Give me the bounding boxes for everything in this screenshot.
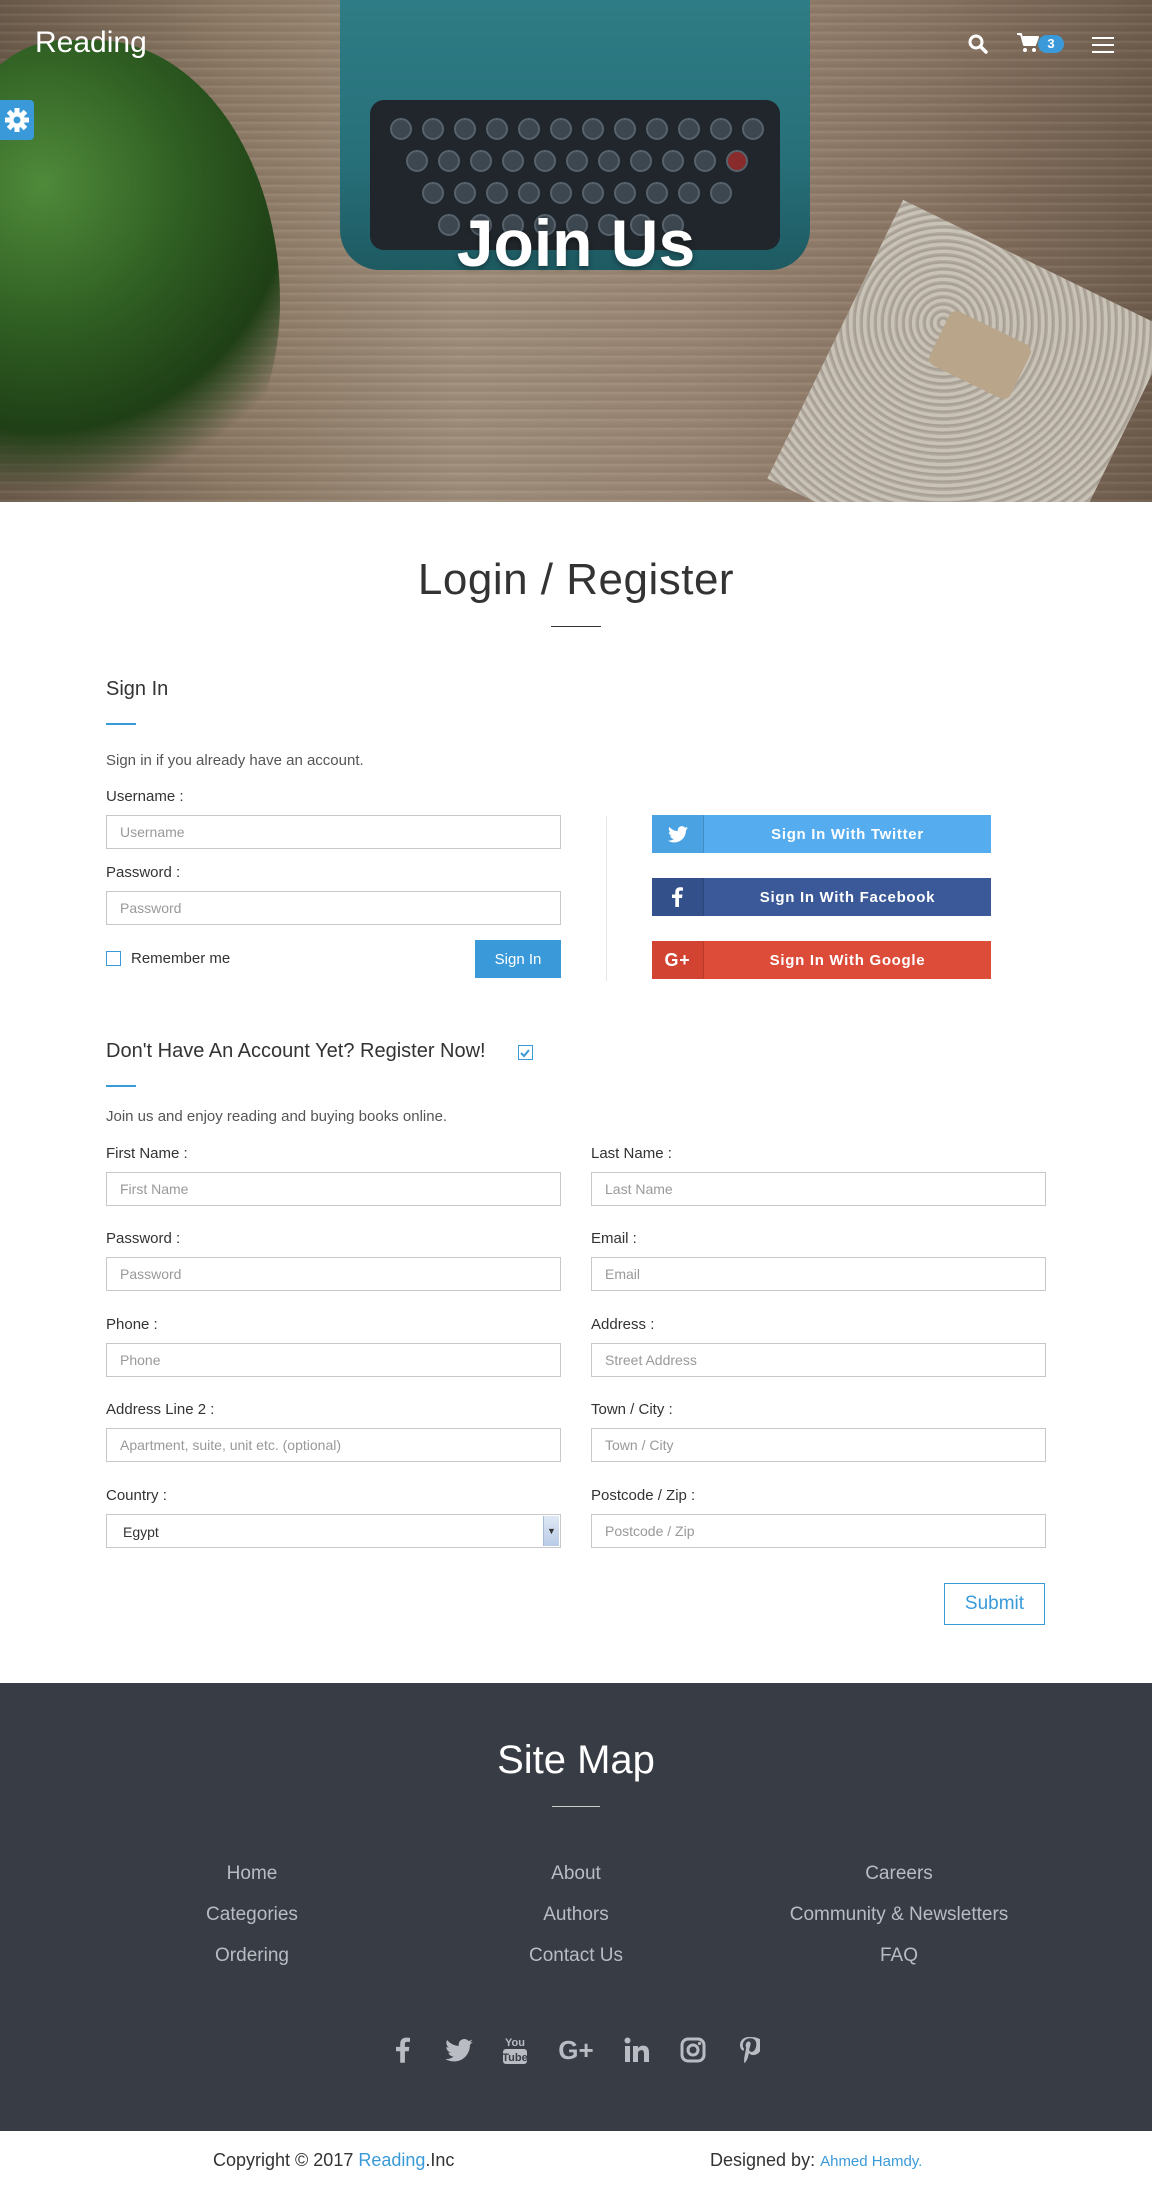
designed-by-text: Designed by: Ahmed Hamdy. [710, 2150, 922, 2171]
facebook-signin-label: Sign In With Facebook [759, 888, 936, 906]
footer-link-home[interactable]: Home [82, 1863, 422, 1885]
twitter-icon [652, 815, 704, 853]
footer-social-icons: You Tube G+ [0, 2033, 1152, 2067]
sitemap-title: Site Map [497, 1738, 655, 1782]
cart-count-badge: 3 [1038, 35, 1064, 53]
google-plus-icon[interactable]: G+ [554, 2033, 598, 2067]
register-toggle-checkbox[interactable] [518, 1045, 533, 1060]
google-plus-icon: G+ [652, 941, 704, 979]
twitter-signin-button[interactable]: Sign In With Twitter [652, 815, 991, 853]
settings-gear-icon[interactable] [0, 100, 34, 140]
signin-divider [606, 816, 607, 981]
register-password-label: Password : [106, 1230, 181, 1247]
search-icon[interactable] [968, 34, 990, 56]
google-signin-button[interactable]: G+ Sign In With Google [652, 941, 991, 979]
address-line-2-label: Address Line 2 : [106, 1401, 215, 1418]
sign-in-button[interactable]: Sign In [475, 940, 561, 978]
signin-description: Sign in if you already have an account. [106, 752, 364, 769]
footer-link-about[interactable]: About [406, 1863, 746, 1885]
svg-text:You: You [505, 2037, 525, 2049]
last-name-label: Last Name : [591, 1145, 672, 1162]
footer-link-ordering[interactable]: Ordering [82, 1945, 422, 1967]
submit-button[interactable]: Submit [944, 1583, 1045, 1625]
instagram-icon[interactable] [676, 2033, 710, 2067]
email-label: Email : [591, 1230, 637, 1247]
city-input[interactable] [591, 1428, 1046, 1462]
register-password-input[interactable] [106, 1257, 561, 1291]
country-selected-value: Egypt [123, 1524, 159, 1540]
footer-link-community[interactable]: Community & Newsletters [729, 1904, 1069, 1926]
facebook-signin-button[interactable]: Sign In With Facebook [652, 878, 991, 916]
postcode-label: Postcode / Zip : [591, 1487, 696, 1504]
designer-link[interactable]: Ahmed Hamdy. [820, 2153, 922, 2170]
footer-link-authors[interactable]: Authors [406, 1904, 746, 1926]
hero-title: Join Us [456, 206, 696, 280]
footer-link-categories[interactable]: Categories [82, 1904, 422, 1926]
facebook-icon [652, 878, 704, 916]
designed-by-label: Designed by: [710, 2150, 816, 2170]
copyright-suffix: .Inc [425, 2150, 455, 2170]
address-line-2-input[interactable] [106, 1428, 561, 1462]
title-divider [551, 626, 601, 627]
bottom-bar: Copyright © 2017 Reading.Inc Designed by… [0, 2131, 1152, 2189]
phone-input[interactable] [106, 1343, 561, 1377]
twitter-signin-label: Sign In With Twitter [771, 825, 924, 843]
register-heading: Don't Have An Account Yet? Register Now! [106, 1040, 486, 1062]
footer: Site Map Home About Careers Categories A… [0, 1683, 1152, 2131]
copyright-prefix: Copyright © 2017 [213, 2150, 354, 2170]
check-icon [520, 1049, 530, 1058]
facebook-icon[interactable] [386, 2033, 420, 2067]
first-name-input[interactable] [106, 1172, 561, 1206]
address-input[interactable] [591, 1343, 1046, 1377]
twitter-icon[interactable] [442, 2033, 476, 2067]
phone-label: Phone : [106, 1316, 158, 1333]
linkedin-icon[interactable] [620, 2033, 654, 2067]
remember-me-checkbox[interactable] [106, 951, 121, 966]
city-label: Town / City : [591, 1401, 673, 1418]
copyright-brand-link[interactable]: Reading [358, 2150, 425, 2170]
last-name-input[interactable] [591, 1172, 1046, 1206]
signin-heading-rule [106, 723, 136, 725]
chevron-down-icon[interactable]: ▼ [543, 1516, 559, 1546]
top-navbar: Reading 3 [0, 0, 1152, 90]
register-heading-rule [106, 1085, 136, 1087]
country-label: Country : [106, 1487, 167, 1504]
first-name-label: First Name : [106, 1145, 188, 1162]
svg-text:Tube: Tube [502, 2052, 527, 2064]
username-input[interactable] [106, 815, 561, 849]
pinterest-icon[interactable] [732, 2033, 766, 2067]
password-input[interactable] [106, 891, 561, 925]
footer-link-contact[interactable]: Contact Us [406, 1945, 746, 1967]
email-input[interactable] [591, 1257, 1046, 1291]
country-select[interactable]: Egypt ▼ [106, 1514, 561, 1548]
postcode-input[interactable] [591, 1514, 1046, 1548]
signin-heading: Sign In [106, 678, 169, 700]
address-label: Address : [591, 1316, 655, 1333]
google-signin-label: Sign In With Google [769, 951, 926, 969]
footer-link-faq[interactable]: FAQ [729, 1945, 1069, 1967]
sitemap-divider [552, 1806, 600, 1807]
youtube-icon[interactable]: You Tube [498, 2033, 532, 2067]
page-title: Login / Register [417, 555, 735, 604]
brand-logo[interactable]: Reading [35, 26, 147, 60]
copyright-text: Copyright © 2017 Reading.Inc [213, 2150, 454, 2171]
username-label: Username : [106, 788, 184, 805]
remember-me-label: Remember me [131, 950, 231, 967]
register-description: Join us and enjoy reading and buying boo… [106, 1108, 448, 1125]
password-label: Password : [106, 864, 181, 881]
footer-link-careers[interactable]: Careers [729, 1863, 1069, 1885]
hamburger-menu-icon[interactable] [1092, 37, 1114, 53]
